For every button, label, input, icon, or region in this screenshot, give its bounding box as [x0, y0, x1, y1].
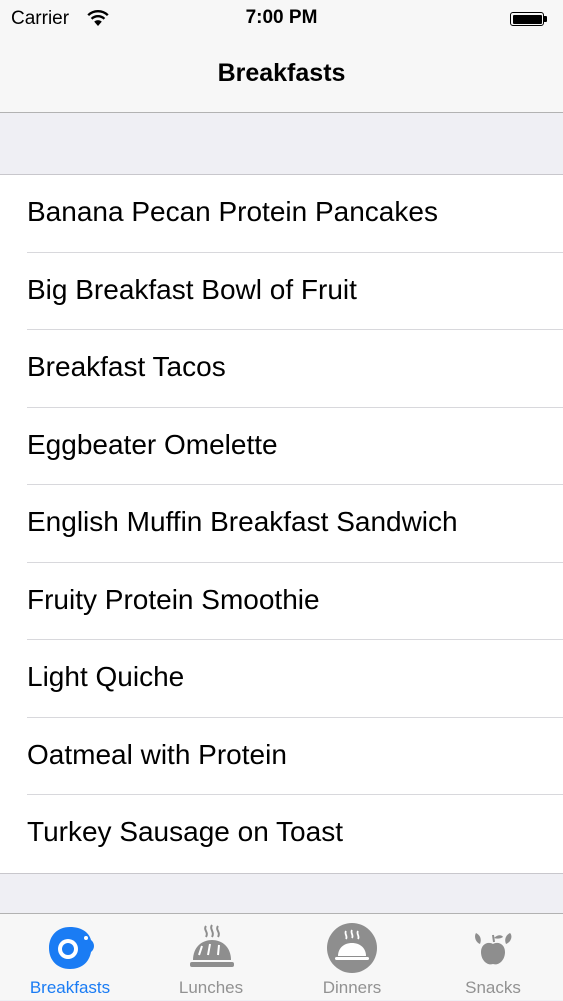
- list-item-label: Eggbeater Omelette: [27, 428, 278, 460]
- tab-snacks[interactable]: Snacks: [423, 914, 563, 1001]
- list-item[interactable]: Oatmeal with Protein: [0, 718, 563, 796]
- list-item[interactable]: Breakfast Tacos: [0, 330, 563, 408]
- tab-label: Snacks: [465, 978, 521, 997]
- tab-lunches[interactable]: Lunches: [141, 914, 281, 1001]
- list-item-label: Big Breakfast Bowl of Fruit: [27, 273, 357, 305]
- tab-label: Breakfasts: [29, 978, 111, 997]
- status-bar: Carrier 7:00 PM: [0, 0, 563, 38]
- list-item-label: Fruity Protein Smoothie: [27, 583, 320, 615]
- bread-icon: [190, 924, 234, 967]
- list-item-label: Light Quiche: [27, 661, 185, 692]
- list-item-label: Breakfast Tacos: [27, 351, 226, 382]
- list-item[interactable]: Turkey Sausage on Toast: [0, 795, 563, 873]
- battery-icon: [510, 12, 544, 26]
- tab-bar: Breakfasts Lunches Dinners Snacks: [0, 913, 563, 1000]
- tab-breakfasts[interactable]: Breakfasts: [0, 914, 140, 1001]
- tab-label: Dinners: [322, 978, 382, 997]
- tab-label: Lunches: [178, 978, 244, 997]
- list-item[interactable]: Fruity Protein Smoothie: [0, 563, 563, 641]
- list-item-label: Banana Pecan Protein Pancakes: [27, 196, 438, 227]
- tab-dinners[interactable]: Dinners: [282, 914, 422, 1001]
- list-item[interactable]: Eggbeater Omelette: [0, 408, 563, 486]
- navigation-bar: Breakfasts: [0, 38, 563, 113]
- list-item[interactable]: Big Breakfast Bowl of Fruit: [0, 253, 563, 331]
- list-item-label: Turkey Sausage on Toast: [27, 816, 343, 847]
- list-item[interactable]: Light Quiche: [0, 640, 563, 718]
- cloche-icon: [327, 923, 377, 973]
- page-title: Breakfasts: [217, 59, 346, 87]
- list-item-label: English Muffin Breakfast Sandwich: [27, 506, 458, 537]
- list-item-label: Oatmeal with Protein: [27, 738, 287, 770]
- list-item[interactable]: English Muffin Breakfast Sandwich: [0, 485, 563, 563]
- battery-tip: [544, 16, 547, 22]
- egg-icon: [49, 927, 94, 969]
- recipe-list: Banana Pecan Protein Pancakes Big Breakf…: [0, 174, 563, 874]
- fruit-icon: [475, 933, 512, 965]
- list-item[interactable]: Banana Pecan Protein Pancakes: [0, 175, 563, 253]
- clock: 7:00 PM: [245, 7, 318, 28]
